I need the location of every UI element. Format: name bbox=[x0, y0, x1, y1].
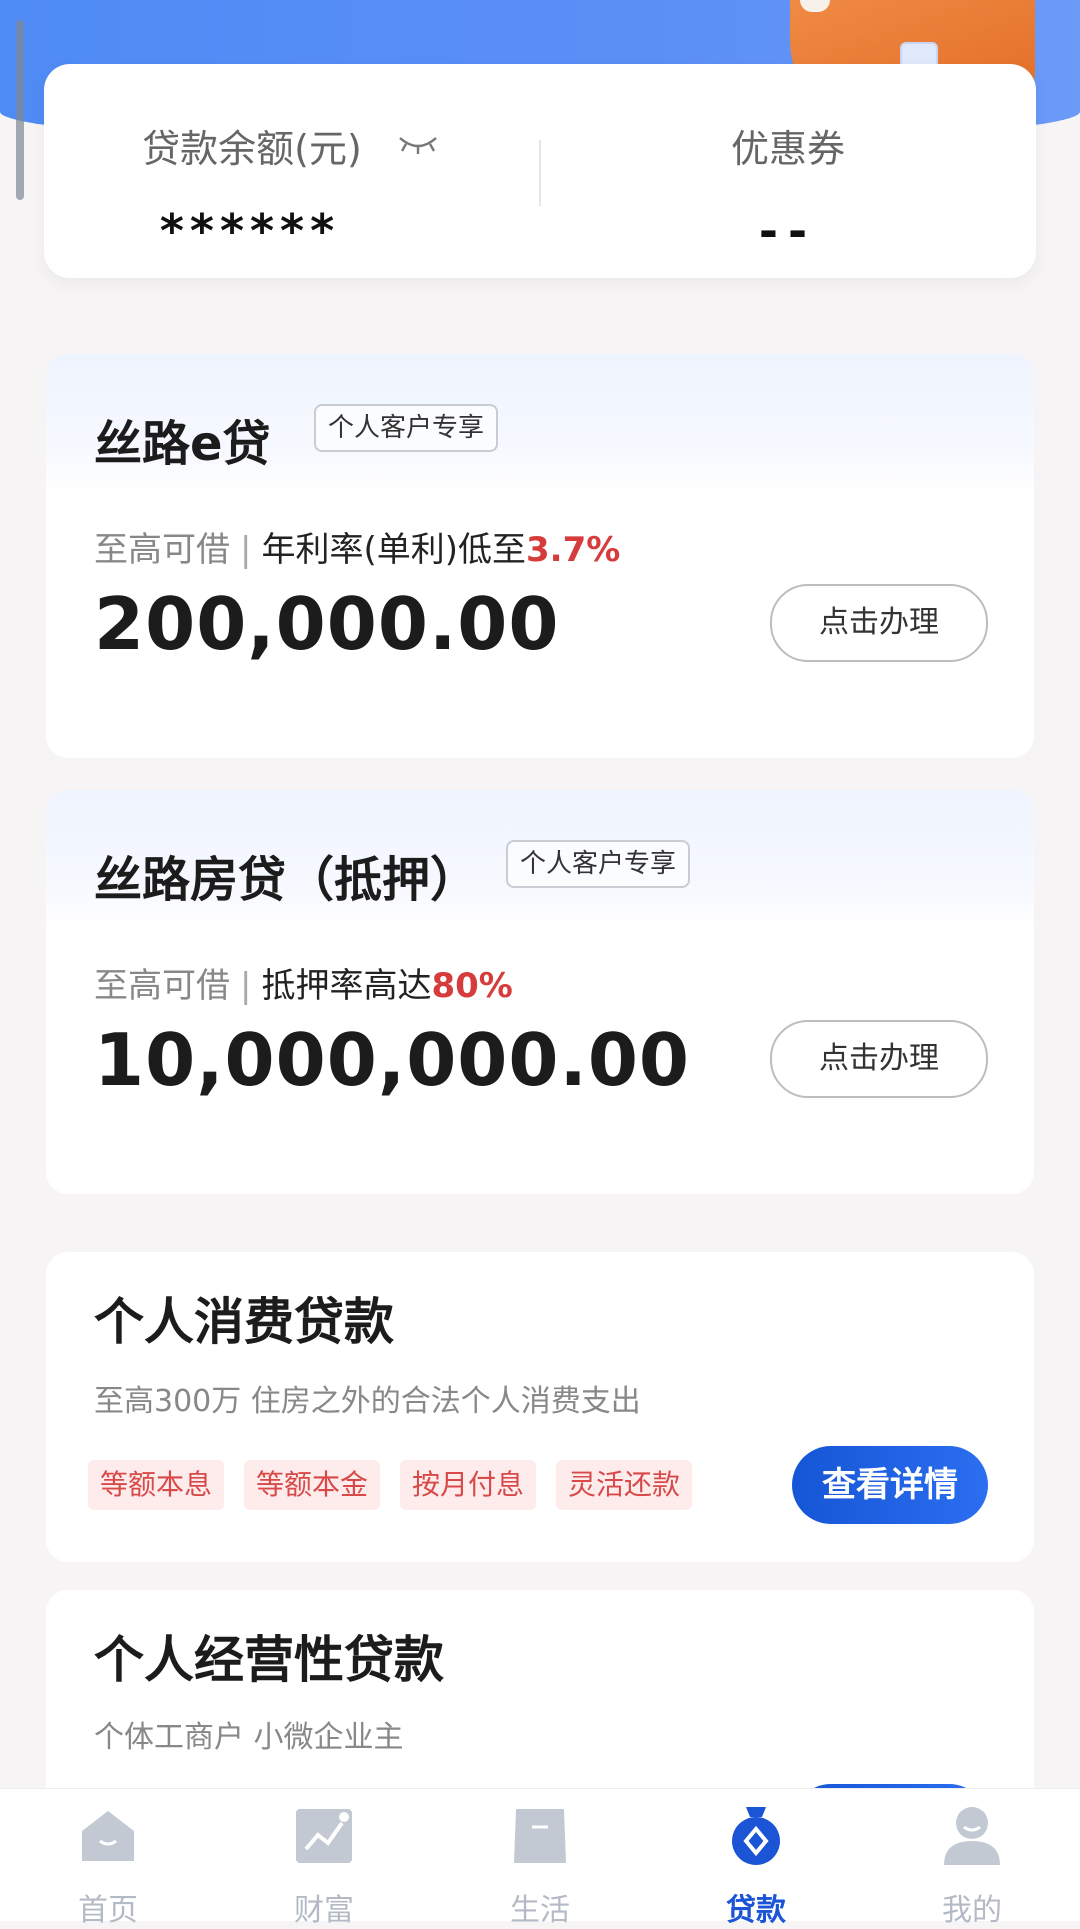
product-subtitle: 至高可借 | 年利率(单利)低至3.7% bbox=[94, 522, 620, 571]
tab-loan[interactable]: 贷款 bbox=[648, 1789, 864, 1928]
customer-tag: 个人客户专享 bbox=[314, 404, 499, 452]
loan-balance-value: ****** bbox=[159, 204, 341, 258]
mortgage-rate-label: 抵押率高达 bbox=[261, 966, 432, 1006]
business-loan-title: 个人经营性贷款 bbox=[94, 1631, 444, 1689]
tab-label: 生活 bbox=[510, 1893, 570, 1928]
loan-summary-card: 贷款余额(元) ****** 优惠券 -- bbox=[44, 64, 1036, 278]
coupon-label: 优惠券 bbox=[730, 127, 845, 171]
max-borrow-label: 至高可借 bbox=[94, 966, 230, 1006]
wealth-chart-icon bbox=[296, 1809, 352, 1863]
business-loan-desc: 个体工商户 小微企业主 bbox=[94, 1720, 404, 1755]
feature-chip: 按月付息 bbox=[400, 1460, 537, 1510]
separator: | bbox=[240, 530, 252, 570]
product-card-silkroad-e-loan[interactable]: 丝路e贷 个人客户专享 至高可借 | 年利率(单利)低至3.7% 200,000.0… bbox=[46, 354, 1034, 758]
tab-home[interactable]: 首页 bbox=[0, 1789, 216, 1928]
max-amount: 10,000,000.00 bbox=[94, 1018, 691, 1102]
separator: | bbox=[240, 966, 252, 1006]
consumer-loan-desc: 至高300万 住房之外的合法个人消费支出 bbox=[94, 1384, 641, 1419]
feature-chip: 等额本金 bbox=[244, 1460, 381, 1510]
product-title: 丝路房贷（抵押） bbox=[94, 852, 479, 908]
bottom-tab-bar: 首页 财富 生活 贷款 我的 bbox=[0, 1788, 1080, 1928]
max-borrow-label: 至高可借 bbox=[94, 530, 230, 570]
max-amount: 200,000.00 bbox=[94, 582, 560, 666]
customer-tag: 个人客户专享 bbox=[506, 840, 691, 888]
tab-label: 首页 bbox=[78, 1893, 138, 1928]
feature-chip: 灵活还款 bbox=[556, 1460, 693, 1510]
profile-icon bbox=[944, 1807, 1000, 1865]
product-card-silkroad-mortgage[interactable]: 丝路房贷（抵押） 个人客户专享 至高可借 | 抵押率高达80% 10,000,000… bbox=[46, 790, 1034, 1194]
rate-value: 3.7% bbox=[526, 530, 621, 570]
consumer-loan-card[interactable]: 个人消费贷款 至高300万 住房之外的合法个人消费支出 等额本息 等额本金 按月… bbox=[46, 1252, 1034, 1562]
tab-life[interactable]: 生活 bbox=[432, 1789, 648, 1928]
loan-balance-section[interactable]: 贷款余额(元) ****** bbox=[44, 64, 540, 278]
coupon-value: -- bbox=[758, 204, 818, 258]
feature-chip: 等额本息 bbox=[88, 1460, 225, 1510]
life-bag-icon bbox=[514, 1809, 566, 1863]
scroll-indicator[interactable] bbox=[16, 20, 24, 200]
eye-closed-icon[interactable] bbox=[396, 134, 440, 156]
apply-button[interactable]: 点击办理 bbox=[770, 1020, 988, 1098]
tab-label: 我的 bbox=[942, 1893, 1002, 1928]
rate-label: 年利率(单利)低至 bbox=[261, 530, 526, 570]
home-icon bbox=[82, 1811, 134, 1861]
tab-label: 财富 bbox=[294, 1893, 354, 1928]
loan-moneybag-icon bbox=[732, 1807, 780, 1865]
product-title: 丝路e贷 bbox=[94, 416, 271, 472]
product-subtitle: 至高可借 | 抵押率高达80% bbox=[94, 958, 513, 1007]
view-details-button[interactable]: 查看详情 bbox=[792, 1446, 988, 1524]
tab-label: 贷款 bbox=[726, 1893, 786, 1928]
tab-wealth[interactable]: 财富 bbox=[216, 1789, 432, 1928]
consumer-loan-title: 个人消费贷款 bbox=[94, 1293, 394, 1351]
apply-button[interactable]: 点击办理 bbox=[770, 584, 988, 662]
coupon-section[interactable]: 优惠券 -- bbox=[540, 64, 1036, 278]
mortgage-rate-value: 80% bbox=[431, 966, 513, 1006]
tab-mine[interactable]: 我的 bbox=[864, 1789, 1080, 1928]
